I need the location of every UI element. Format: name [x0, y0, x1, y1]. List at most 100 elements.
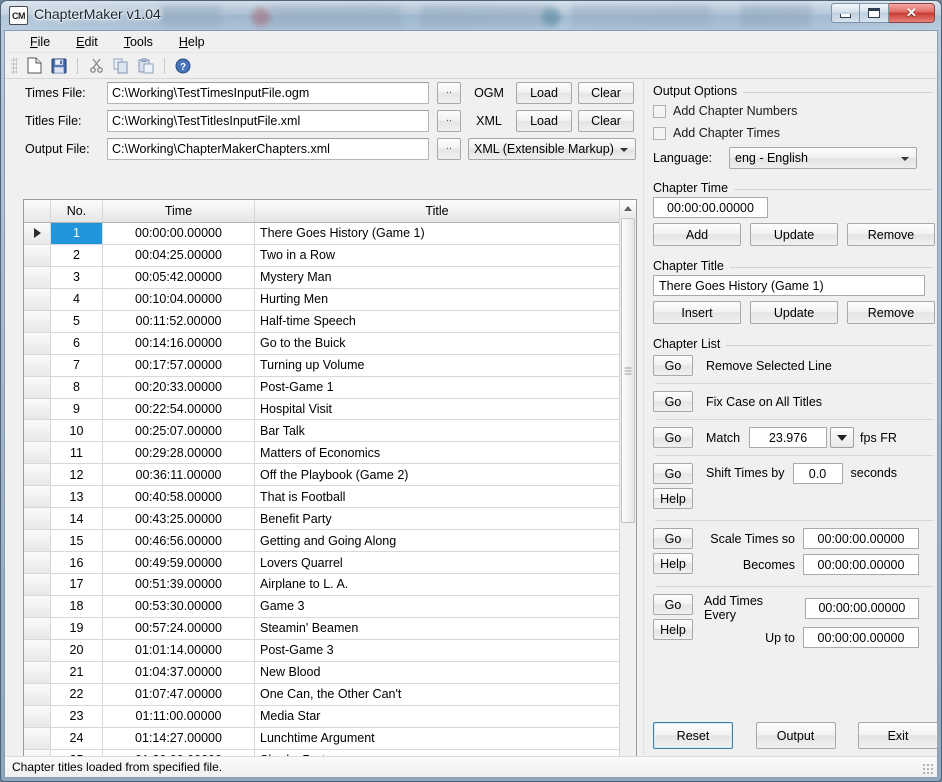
cell-no[interactable]: 12	[51, 464, 103, 485]
cell-title[interactable]: Mystery Man	[255, 267, 619, 288]
cell-time[interactable]: 00:00:00.00000	[103, 223, 255, 244]
language-dropdown[interactable]: eng - English	[729, 147, 917, 169]
resize-grip-icon[interactable]	[922, 763, 934, 775]
scale-times-help-button[interactable]: Help	[653, 553, 693, 574]
cut-icon[interactable]	[85, 55, 107, 77]
cell-title[interactable]: Hurting Men	[255, 289, 619, 310]
output-file-browse-button[interactable]: ..	[437, 138, 461, 160]
cell-no[interactable]: 5	[51, 311, 103, 332]
menu-help[interactable]: Help	[168, 32, 216, 52]
table-row[interactable]: 2101:04:37.00000New Blood	[24, 662, 619, 684]
table-row[interactable]: 1500:46:56.00000Getting and Going Along	[24, 530, 619, 552]
add-times-go-button[interactable]: Go	[653, 594, 693, 615]
cell-time[interactable]: 00:10:04.00000	[103, 289, 255, 310]
cell-time[interactable]: 00:36:11.00000	[103, 464, 255, 485]
cell-title[interactable]: New Blood	[255, 662, 619, 683]
cell-no[interactable]: 21	[51, 662, 103, 683]
times-file-clear-button[interactable]: Clear	[578, 82, 634, 104]
times-file-input[interactable]: C:\Working\TestTimesInputFile.ogm	[107, 82, 429, 104]
table-row[interactable]: 600:14:16.00000Go to the Buick	[24, 333, 619, 355]
cell-title[interactable]: There Goes History (Game 1)	[255, 223, 619, 244]
row-indicator[interactable]	[24, 706, 51, 727]
table-row[interactable]: 800:20:33.00000Post-Game 1	[24, 377, 619, 399]
cell-time[interactable]: 01:11:00.00000	[103, 706, 255, 727]
shift-seconds-input[interactable]: 0.0	[793, 463, 843, 484]
titles-file-input[interactable]: C:\Working\TestTitlesInputFile.xml	[107, 110, 429, 132]
row-indicator[interactable]	[24, 574, 51, 595]
row-indicator[interactable]	[24, 311, 51, 332]
cell-title[interactable]: Post-Game 3	[255, 640, 619, 661]
row-indicator[interactable]	[24, 267, 51, 288]
shift-times-go-button[interactable]: Go	[653, 463, 693, 484]
table-row[interactable]: 2301:11:00.00000Media Star	[24, 706, 619, 728]
cell-time[interactable]: 01:04:37.00000	[103, 662, 255, 683]
cell-time[interactable]: 01:01:14.00000	[103, 640, 255, 661]
add-chapter-times-checkbox[interactable]	[653, 127, 666, 140]
table-row[interactable]: 700:17:57.00000Turning up Volume	[24, 355, 619, 377]
reset-button[interactable]: Reset	[653, 722, 733, 749]
table-row[interactable]: 900:22:54.00000Hospital Visit	[24, 399, 619, 421]
table-row[interactable]: 2201:07:47.00000One Can, the Other Can't	[24, 684, 619, 706]
scroll-up-button[interactable]	[620, 200, 636, 217]
cell-title[interactable]: Bar Talk	[255, 420, 619, 441]
cell-title[interactable]: Lunchtime Argument	[255, 728, 619, 749]
chapter-title-insert-button[interactable]: Insert	[653, 301, 741, 324]
fps-input[interactable]: 23.976	[749, 427, 827, 448]
cell-title[interactable]: Lovers Quarrel	[255, 552, 619, 573]
row-indicator[interactable]	[24, 530, 51, 551]
cell-time[interactable]: 00:22:54.00000	[103, 399, 255, 420]
row-indicator[interactable]	[24, 442, 51, 463]
table-row[interactable]: 1100:29:28.00000Matters of Economics	[24, 442, 619, 464]
cell-time[interactable]: 00:49:59.00000	[103, 552, 255, 573]
cell-title[interactable]: Game 3	[255, 596, 619, 617]
cell-no[interactable]: 9	[51, 399, 103, 420]
chapter-time-update-button[interactable]: Update	[750, 223, 838, 246]
row-indicator[interactable]	[24, 486, 51, 507]
row-indicator[interactable]	[24, 355, 51, 376]
cell-no[interactable]: 24	[51, 728, 103, 749]
cell-time[interactable]: 00:43:25.00000	[103, 508, 255, 529]
chapter-title-input[interactable]: There Goes History (Game 1)	[653, 275, 925, 296]
cell-title[interactable]: Matters of Economics	[255, 442, 619, 463]
titles-file-browse-button[interactable]: ..	[437, 110, 461, 132]
table-row[interactable]: 1700:51:39.00000Airplane to L. A.	[24, 574, 619, 596]
add-times-every-input[interactable]: 00:00:00.00000	[805, 598, 919, 619]
cell-time[interactable]: 00:11:52.00000	[103, 311, 255, 332]
row-indicator[interactable]	[24, 464, 51, 485]
times-file-load-button[interactable]: Load	[516, 82, 572, 104]
cell-time[interactable]: 00:17:57.00000	[103, 355, 255, 376]
table-row[interactable]: 1800:53:30.00000Game 3	[24, 596, 619, 618]
cell-title[interactable]: Turning up Volume	[255, 355, 619, 376]
help-icon[interactable]: ?	[172, 55, 194, 77]
row-indicator[interactable]	[24, 399, 51, 420]
row-indicator[interactable]	[24, 596, 51, 617]
row-indicator[interactable]	[24, 684, 51, 705]
cell-time[interactable]: 00:14:16.00000	[103, 333, 255, 354]
scale-times-go-button[interactable]: Go	[653, 528, 693, 549]
row-indicator[interactable]	[24, 289, 51, 310]
cell-title[interactable]: That is Football	[255, 486, 619, 507]
menu-file[interactable]: File	[19, 32, 61, 52]
cell-no[interactable]: 17	[51, 574, 103, 595]
cell-time[interactable]: 00:05:42.00000	[103, 267, 255, 288]
row-indicator[interactable]	[24, 552, 51, 573]
output-button[interactable]: Output	[756, 722, 836, 749]
table-row[interactable]: 1300:40:58.00000That is Football	[24, 486, 619, 508]
row-indicator[interactable]	[24, 662, 51, 683]
cell-title[interactable]: Off the Playbook (Game 2)	[255, 464, 619, 485]
add-times-help-button[interactable]: Help	[653, 619, 693, 640]
scale-times-input[interactable]: 00:00:00.00000	[803, 528, 919, 549]
cell-no[interactable]: 14	[51, 508, 103, 529]
cell-time[interactable]: 00:46:56.00000	[103, 530, 255, 551]
cell-no[interactable]: 22	[51, 684, 103, 705]
chapter-title-remove-button[interactable]: Remove	[847, 301, 935, 324]
output-format-dropdown[interactable]: XML (Extensible Markup)	[468, 138, 636, 160]
maximize-button[interactable]	[860, 3, 889, 23]
table-row[interactable]: 200:04:25.00000Two in a Row	[24, 245, 619, 267]
cell-title[interactable]: One Can, the Other Can't	[255, 684, 619, 705]
table-row[interactable]: 1200:36:11.00000Off the Playbook (Game 2…	[24, 464, 619, 486]
chapter-title-update-button[interactable]: Update	[750, 301, 838, 324]
menu-tools[interactable]: Tools	[113, 32, 164, 52]
cell-no[interactable]: 4	[51, 289, 103, 310]
add-chapter-times-row[interactable]: Add Chapter Times	[653, 122, 935, 144]
